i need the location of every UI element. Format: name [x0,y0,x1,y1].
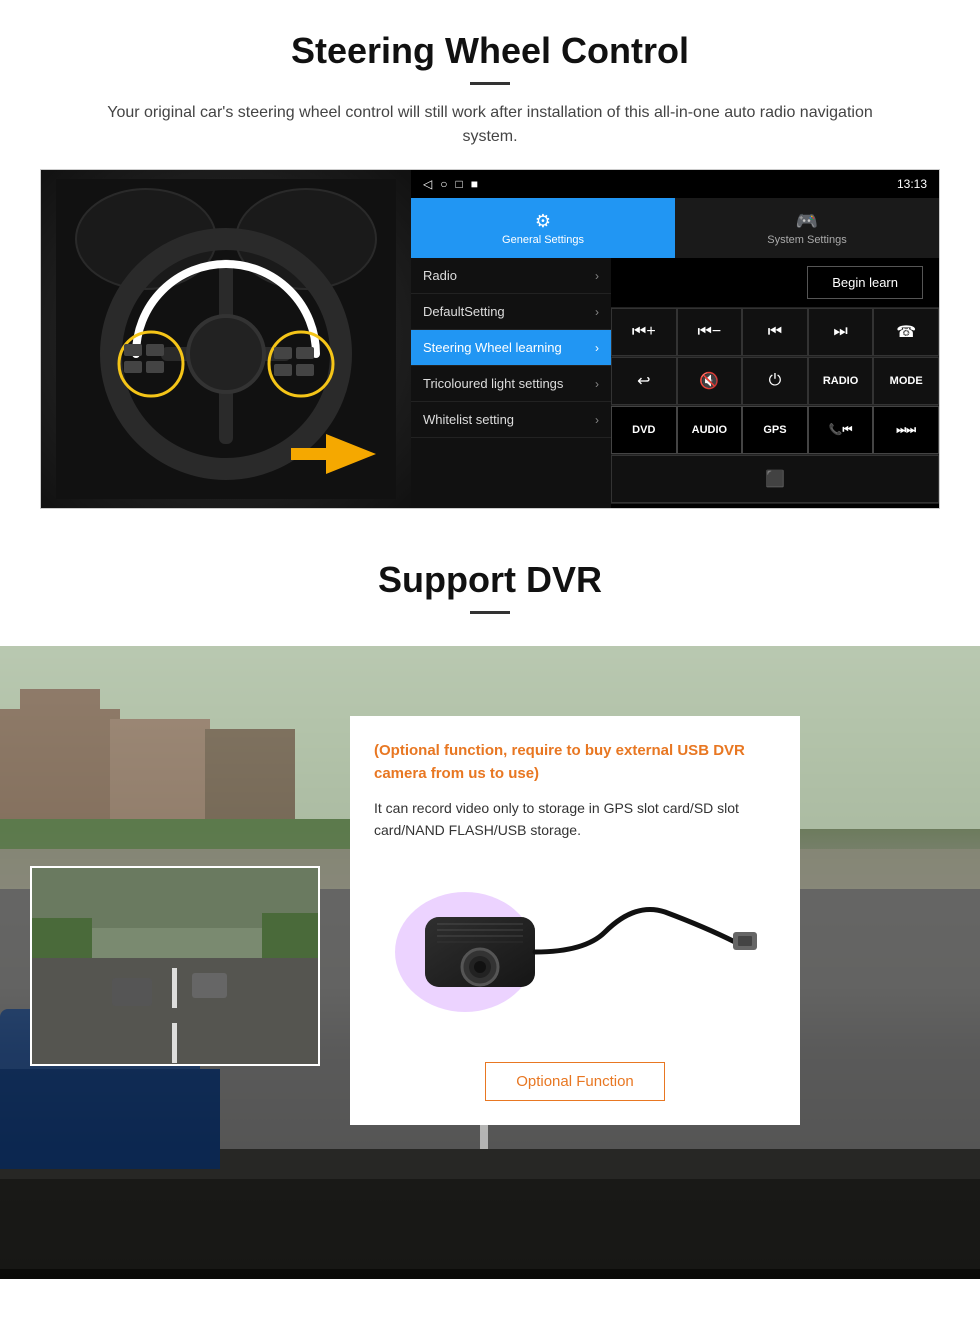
menu-arrow-steering: › [595,341,599,355]
menu-item-steering[interactable]: Steering Wheel learning › [411,330,611,366]
dvr-section: Support DVR [0,529,980,1279]
menu-item-tricolour[interactable]: Tricoloured light settings › [411,366,611,402]
radio-btn[interactable]: RADIO [808,357,874,405]
mode-btn[interactable]: MODE [873,357,939,405]
steering-wheel-image [41,170,411,508]
back-nav-icon[interactable]: ◁ [423,177,432,191]
dvr-description: It can record video only to storage in G… [374,797,776,842]
dvr-optional-title: (Optional function, require to buy exter… [374,740,776,785]
home-nav-icon[interactable]: ○ [440,177,447,191]
controls-panel: Begin learn ⏮+ ⏮− ⏮ ⏭ ☎ ↩ 🔇 ⏻ [611,258,939,508]
menu-item-tricolour-label: Tricoloured light settings [423,376,563,391]
back-btn[interactable]: ↩ [611,357,677,405]
dvr-camera-product-image [374,862,776,1042]
system-settings-icon: 🎮 [796,211,818,232]
phone-btn[interactable]: ☎ [873,308,939,356]
menu-item-radio[interactable]: Radio › [411,258,611,294]
wheel-background [41,170,411,508]
control-row-3: DVD AUDIO GPS 📞⏮ ⏭⏭ [611,406,939,455]
next-next-btn[interactable]: ⏭⏭ [873,406,939,454]
menu-arrow-tricolour: › [595,377,599,391]
menu-item-default[interactable]: DefaultSetting › [411,294,611,330]
android-body: Radio › DefaultSetting › Steering Wheel … [411,258,939,508]
statusbar-time: 13:13 [897,177,927,191]
next-btn[interactable]: ⏭ [808,308,874,356]
optional-function-button[interactable]: Optional Function [485,1062,665,1101]
prev-btn[interactable]: ⏮ [742,308,808,356]
steering-demo-area: ◁ ○ □ ■ 13:13 ⚙ General Settings 🎮 Syste… [40,169,940,509]
dvr-camera-svg [385,872,765,1032]
android-ui-panel: ◁ ○ □ ■ 13:13 ⚙ General Settings 🎮 Syste… [411,170,939,508]
tab-general-label: General Settings [502,234,584,246]
audio-btn[interactable]: AUDIO [677,406,743,454]
dvr-content-row: (Optional function, require to buy exter… [0,646,980,1155]
dvr-section-title: Support DVR [0,559,980,601]
menu-nav-icon[interactable]: ■ [471,177,478,191]
vol-plus-btn[interactable]: ⏮+ [611,308,677,356]
menu-arrow-whitelist: › [595,413,599,427]
dvr-title-area: Support DVR [0,529,980,646]
mute-btn[interactable]: 🔇 [677,357,743,405]
extra-icon-btn[interactable]: ⬛ [611,455,939,503]
dvd-btn[interactable]: DVD [611,406,677,454]
dvr-road-svg [32,868,320,1066]
recent-nav-icon[interactable]: □ [455,177,462,191]
phone-prev-btn[interactable]: 📞⏮ [808,406,874,454]
power-btn[interactable]: ⏻ [742,357,808,405]
control-row-4: ⬛ [611,455,939,504]
dvr-screenshot-image [30,866,320,1066]
steering-wheel-svg [56,179,396,499]
statusbar-nav-icons: ◁ ○ □ ■ [423,177,478,191]
section-subtitle: Your original car's steering wheel contr… [90,101,890,149]
menu-item-steering-label: Steering Wheel learning [423,340,562,355]
tab-system-settings[interactable]: 🎮 System Settings [675,198,939,258]
begin-learn-row: Begin learn [611,258,939,308]
control-row-2: ↩ 🔇 ⏻ RADIO MODE [611,357,939,406]
dvr-title-divider [470,611,510,614]
dvr-screenshot-container [30,866,320,1066]
menu-item-whitelist[interactable]: Whitelist setting › [411,402,611,438]
menu-panel: Radio › DefaultSetting › Steering Wheel … [411,258,611,508]
gps-btn[interactable]: GPS [742,406,808,454]
title-divider [470,82,510,85]
dvr-info-card: (Optional function, require to buy exter… [350,716,800,1125]
page-title: Steering Wheel Control [40,30,940,72]
tab-system-label: System Settings [767,234,846,246]
menu-item-radio-label: Radio [423,268,457,283]
menu-item-default-label: DefaultSetting [423,304,505,319]
steering-wheel-section: Steering Wheel Control Your original car… [0,0,980,529]
menu-item-whitelist-label: Whitelist setting [423,412,514,427]
begin-learn-button[interactable]: Begin learn [807,266,923,299]
menu-arrow-radio: › [595,269,599,283]
vol-minus-btn[interactable]: ⏮− [677,308,743,356]
menu-arrow-default: › [595,305,599,319]
control-row-1: ⏮+ ⏮− ⏮ ⏭ ☎ [611,308,939,357]
android-tabs: ⚙ General Settings 🎮 System Settings [411,198,939,258]
android-statusbar: ◁ ○ □ ■ 13:13 [411,170,939,198]
tab-general-settings[interactable]: ⚙ General Settings [411,198,675,258]
general-settings-icon: ⚙ [535,211,551,232]
optional-function-btn-container: Optional Function [374,1062,776,1101]
